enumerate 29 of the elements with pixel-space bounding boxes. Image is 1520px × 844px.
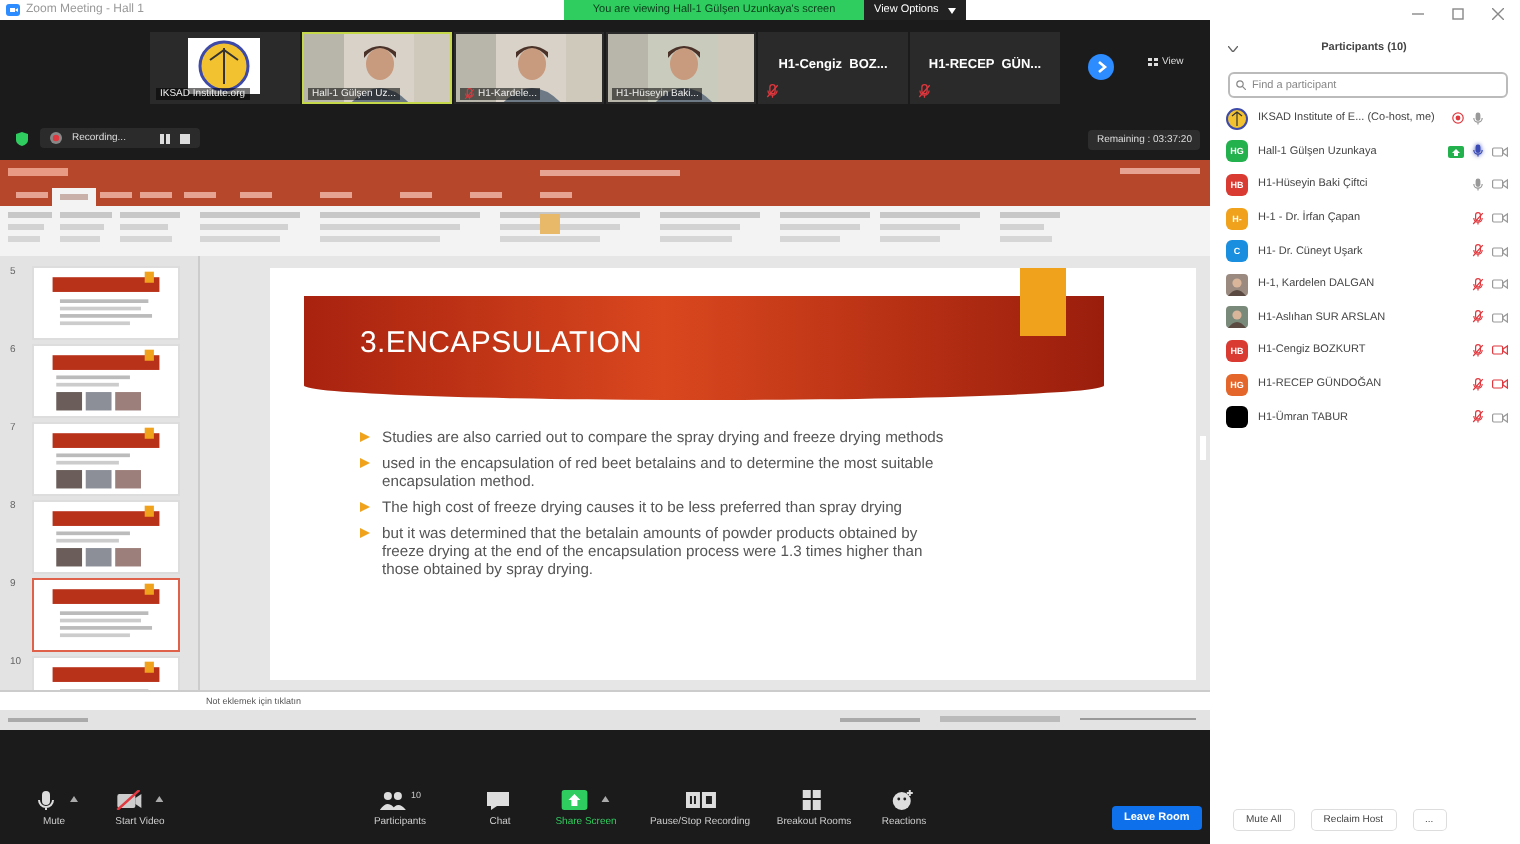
pause-icon[interactable] <box>159 133 170 143</box>
chat-icon <box>485 790 515 810</box>
next-page-icon[interactable] <box>1088 54 1114 80</box>
bullet-arrow-icon <box>360 528 370 538</box>
caret-icon[interactable] <box>602 796 610 802</box>
maximize-icon[interactable] <box>1452 8 1464 20</box>
participants-icon <box>378 790 409 810</box>
accent-square <box>1020 268 1066 336</box>
caret-icon[interactable] <box>70 796 78 802</box>
collapse-icon[interactable] <box>1228 45 1238 51</box>
bullet-arrow-icon <box>360 502 370 512</box>
close-icon[interactable] <box>1492 8 1504 20</box>
share-icon <box>562 790 592 810</box>
stop-icon[interactable] <box>179 133 190 143</box>
slide-title: 3.ENCAPSULATION <box>360 326 643 360</box>
caret-icon[interactable] <box>156 796 164 802</box>
record-dot-icon <box>50 132 62 144</box>
logo-icon <box>188 38 260 94</box>
bullet-arrow-icon <box>360 458 370 468</box>
record-icon <box>685 790 715 810</box>
grid-icon <box>1148 58 1158 66</box>
slide-thumbnail[interactable] <box>32 578 180 652</box>
search-icon <box>1236 80 1246 90</box>
shield-icon <box>16 131 28 145</box>
logo-icon <box>1226 107 1248 130</box>
caret-icon <box>948 7 957 13</box>
video-off-icon <box>116 790 146 810</box>
reactions-icon <box>889 790 919 810</box>
bullet-arrow-icon <box>360 432 370 442</box>
